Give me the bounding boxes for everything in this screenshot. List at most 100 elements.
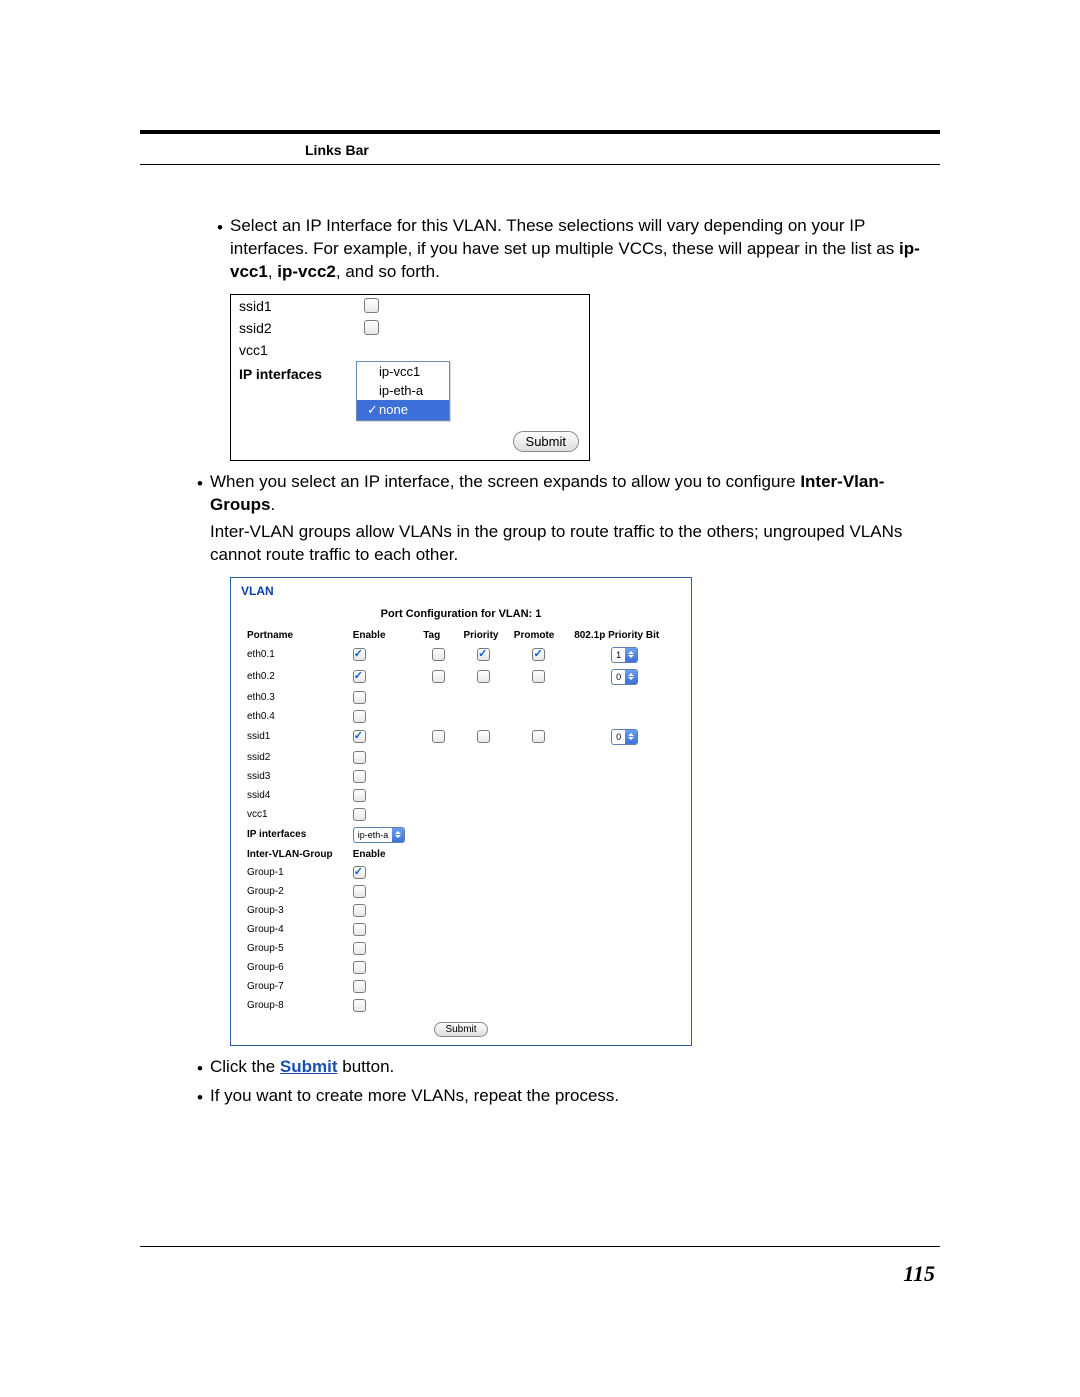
b2-post: . (270, 495, 275, 514)
group-name: Group-7 (243, 978, 347, 995)
enable-checkbox[interactable] (353, 808, 366, 821)
checkbox-icon[interactable] (364, 298, 379, 313)
enable-checkbox[interactable] (353, 751, 366, 764)
table-row: eth0.2 0 (243, 667, 679, 687)
table-row: ssid2 (243, 749, 679, 766)
dropdown-option[interactable]: ip-vcc1 (379, 364, 420, 379)
enable-checkbox[interactable] (353, 648, 366, 661)
enable-checkbox[interactable] (353, 789, 366, 802)
checkbox-icon[interactable] (364, 320, 379, 335)
priority-bit-select[interactable]: 0 (611, 729, 638, 745)
tag-checkbox[interactable] (432, 670, 445, 683)
promote-checkbox[interactable] (532, 648, 545, 661)
shot1-row-vcc1: vcc1 (239, 342, 364, 358)
bullet-2: • When you select an IP interface, the s… (190, 471, 940, 567)
table-row: vcc1 (243, 806, 679, 823)
port-name: ssid1 (243, 727, 347, 747)
shot1-row-ssid1: ssid1 (239, 298, 364, 314)
shot1-row-ssid2: ssid2 (239, 320, 364, 336)
promote-checkbox[interactable] (532, 670, 545, 683)
table-row: eth0.1 1 (243, 645, 679, 665)
group-enable-checkbox[interactable] (353, 923, 366, 936)
submit-button[interactable]: Submit (513, 431, 579, 452)
promote-checkbox[interactable] (532, 730, 545, 743)
table-row: ssid3 (243, 768, 679, 785)
b1-sep: , (268, 262, 277, 281)
bullet-1: • Select an IP Interface for this VLAN. … (210, 215, 940, 284)
table-row: Group-7 (243, 978, 679, 995)
port-name: eth0.3 (243, 689, 347, 706)
table-row: eth0.3 (243, 689, 679, 706)
enable-checkbox[interactable] (353, 710, 366, 723)
port-name: eth0.4 (243, 708, 347, 725)
port-config-table: Portname Enable Tag Priority Promote 802… (241, 626, 681, 1016)
table-row: Group-5 (243, 940, 679, 957)
priority-checkbox[interactable] (477, 730, 490, 743)
table-row: ssid4 (243, 787, 679, 804)
updown-arrows-icon (625, 670, 637, 684)
ip-interface-value: ip-eth-a (354, 830, 393, 840)
group-name: Group-4 (243, 921, 347, 938)
ip-interface-select[interactable]: ip-eth-a (353, 827, 406, 843)
b4-text: If you want to create more VLANs, repeat… (210, 1086, 619, 1105)
tag-checkbox[interactable] (432, 648, 445, 661)
group-enable-checkbox[interactable] (353, 961, 366, 974)
port-name: ssid3 (243, 768, 347, 785)
th-portname: Portname (243, 628, 347, 643)
table-row: Group-2 (243, 883, 679, 900)
port-name: eth0.1 (243, 645, 347, 665)
shot2-title: VLAN (241, 584, 681, 598)
port-name: vcc1 (243, 806, 347, 823)
table-row: Group-4 (243, 921, 679, 938)
priority-checkbox[interactable] (477, 648, 490, 661)
priority-bit-select[interactable]: 1 (611, 647, 638, 663)
group-enable-checkbox[interactable] (353, 999, 366, 1012)
bullet-4: • If you want to create more VLANs, repe… (190, 1085, 940, 1110)
th-enable: Enable (349, 628, 417, 643)
th-promote: Promote (510, 628, 568, 643)
b1-bold2: ip-vcc2 (277, 262, 336, 281)
b2-para2: Inter-VLAN groups allow VLANs in the gro… (210, 522, 902, 564)
port-name: ssid4 (243, 787, 347, 804)
updown-arrows-icon (392, 828, 404, 842)
enable-checkbox[interactable] (353, 770, 366, 783)
group-header-enable: Enable (349, 847, 417, 862)
enable-checkbox[interactable] (353, 691, 366, 704)
bullet-3: • Click the Submit button. (190, 1056, 940, 1081)
group-enable-checkbox[interactable] (353, 885, 366, 898)
priority-checkbox[interactable] (477, 670, 490, 683)
submit-button[interactable]: Submit (434, 1022, 487, 1037)
shot1-ip-label: IP interfaces (239, 366, 364, 382)
group-enable-checkbox[interactable] (353, 904, 366, 917)
group-name: Group-2 (243, 883, 347, 900)
group-enable-checkbox[interactable] (353, 866, 366, 879)
tag-checkbox[interactable] (432, 730, 445, 743)
updown-arrows-icon (625, 648, 637, 662)
submit-link[interactable]: Submit (280, 1057, 338, 1076)
b3-pre: Click the (210, 1057, 280, 1076)
enable-checkbox[interactable] (353, 730, 366, 743)
port-name: eth0.2 (243, 667, 347, 687)
group-enable-checkbox[interactable] (353, 942, 366, 955)
group-name: Group-3 (243, 902, 347, 919)
group-name: Group-5 (243, 940, 347, 957)
dropdown-option[interactable]: ip-eth-a (379, 383, 423, 398)
b1-text-post: , and so forth. (336, 262, 440, 281)
group-enable-checkbox[interactable] (353, 980, 366, 993)
priority-bit-select[interactable]: 0 (611, 669, 638, 685)
group-name: Group-1 (243, 864, 347, 881)
updown-arrows-icon (625, 730, 637, 744)
th-bit: 802.1p Priority Bit (570, 628, 679, 643)
table-row: Group-6 (243, 959, 679, 976)
table-row: Group-8 (243, 997, 679, 1014)
page-number: 115 (903, 1261, 935, 1287)
screenshot-ip-interface-dropdown: ssid1 ssid2 vcc1 ip-vcc1 ip-eth-a ✓none … (230, 294, 590, 461)
enable-checkbox[interactable] (353, 670, 366, 683)
dropdown-option-selected[interactable]: none (379, 402, 408, 417)
ip-interface-dropdown[interactable]: ip-vcc1 ip-eth-a ✓none (356, 361, 450, 421)
table-row: Group-3 (243, 902, 679, 919)
th-priority: Priority (459, 628, 507, 643)
header-links-bar: Links Bar (140, 142, 940, 158)
th-tag: Tag (419, 628, 457, 643)
table-row: eth0.4 (243, 708, 679, 725)
